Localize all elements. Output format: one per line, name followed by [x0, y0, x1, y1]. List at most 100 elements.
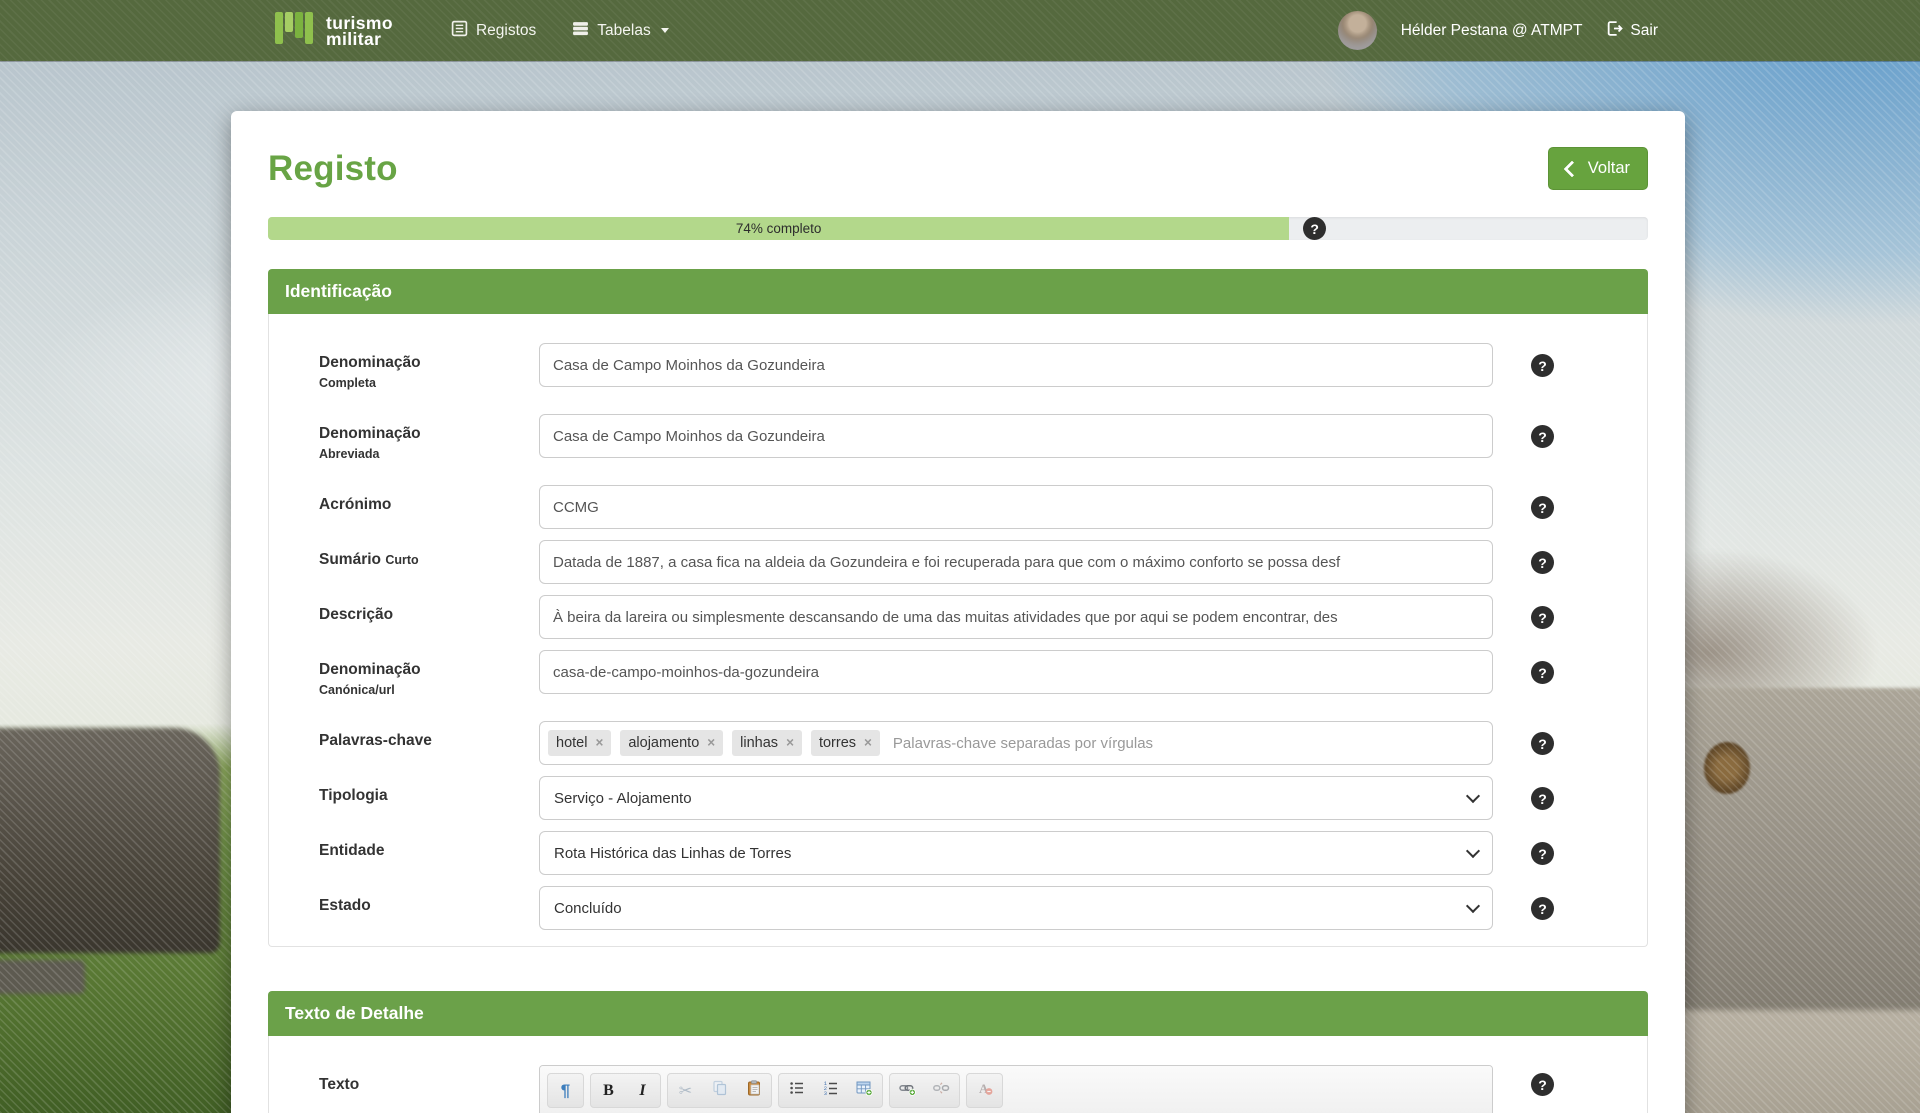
field-label: Texto: [319, 1076, 539, 1094]
stone-wall: [1670, 688, 1920, 1113]
unlink-icon: [933, 1080, 950, 1101]
field-row-tipologia: Tipologia Serviço - Alojamento ?: [269, 776, 1647, 820]
tabelas-rows-icon: [572, 20, 589, 42]
estado-select[interactable]: Concluído: [539, 886, 1493, 930]
denominacao-abreviada-input[interactable]: Casa de Campo Moinhos da Gozundeira: [539, 414, 1493, 458]
field-row-denominacao-abreviada: Denominação Abreviada Casa de Campo Moin…: [269, 414, 1647, 461]
detail-text-panel-header: Texto de Detalhe: [268, 991, 1648, 1036]
progress-label: 74% completo: [736, 221, 822, 236]
paste-icon: [746, 1080, 762, 1101]
svg-text:3: 3: [823, 1091, 826, 1096]
show-blocks-button[interactable]: ¶: [549, 1075, 582, 1106]
copy-button[interactable]: [703, 1075, 736, 1106]
voltar-button[interactable]: Voltar: [1548, 147, 1648, 190]
help-icon[interactable]: ?: [1531, 897, 1554, 920]
remove-tag-icon[interactable]: ×: [595, 736, 603, 750]
link-icon: [899, 1080, 916, 1101]
bulleted-list-icon: [789, 1080, 805, 1101]
cut-button[interactable]: ✂: [669, 1075, 702, 1106]
denominacao-completa-input[interactable]: Casa de Campo Moinhos da Gozundeira: [539, 343, 1493, 387]
link-button[interactable]: [891, 1075, 924, 1106]
brand-logo[interactable]: turismo militar: [273, 8, 393, 53]
keyword-tag: alojamento×: [620, 730, 723, 756]
bench: [0, 960, 85, 994]
insert-table-button[interactable]: [848, 1075, 881, 1106]
registos-list-icon: [451, 20, 468, 42]
field-label: Denominação: [319, 425, 539, 443]
brand-text: turismo militar: [326, 15, 393, 47]
help-icon[interactable]: ?: [1531, 606, 1554, 629]
toolbar-group-blocks: ¶: [547, 1073, 584, 1108]
tags-placeholder: Palavras-chave separadas por vírgulas: [893, 735, 1153, 752]
field-row-sumario-curto: Sumário Curto Datada de 1887, a casa fic…: [269, 540, 1647, 584]
toolbar-group-links: [889, 1073, 960, 1108]
detail-text-panel: Texto de Detalhe Texto ¶ B I: [268, 991, 1648, 1113]
help-icon[interactable]: ?: [1531, 842, 1554, 865]
field-row-entidade: Entidade Rota Histórica das Linhas de To…: [269, 831, 1647, 875]
unlink-button[interactable]: [925, 1075, 958, 1106]
italic-button[interactable]: I: [626, 1075, 659, 1106]
remove-tag-icon[interactable]: ×: [786, 736, 794, 750]
field-row-texto: Texto ¶ B I ✂: [269, 1065, 1647, 1113]
remove-tag-icon[interactable]: ×: [864, 736, 872, 750]
progress-help-icon[interactable]: ?: [1303, 217, 1326, 240]
remove-tag-icon[interactable]: ×: [707, 736, 715, 750]
pilcrow-icon: ¶: [561, 1081, 570, 1101]
scissors-icon: ✂: [679, 1081, 692, 1101]
descricao-input[interactable]: À beira da lareira ou simplesmente desca…: [539, 595, 1493, 639]
help-icon[interactable]: ?: [1531, 732, 1554, 755]
denominacao-canonica-input[interactable]: casa-de-campo-moinhos-da-gozundeira: [539, 650, 1493, 694]
entidade-select[interactable]: Rota Histórica das Linhas de Torres: [539, 831, 1493, 875]
help-icon[interactable]: ?: [1531, 1073, 1554, 1096]
help-icon[interactable]: ?: [1531, 425, 1554, 448]
progress-bar: 74% completo ?: [268, 217, 1648, 240]
field-label: Estado: [319, 897, 539, 915]
page-title: Registo: [268, 149, 398, 189]
toolbar-group-lists: 1 2 3: [778, 1073, 883, 1108]
sumario-curto-input[interactable]: Datada de 1887, a casa fica na aldeia da…: [539, 540, 1493, 584]
rich-text-editor[interactable]: ¶ B I ✂: [539, 1065, 1493, 1113]
keyword-tag: linhas×: [732, 730, 802, 756]
chevron-down-icon: [1466, 789, 1480, 803]
field-label: Acrónimo: [319, 496, 539, 514]
stone-ruin: [0, 728, 220, 953]
field-label: Descrição: [319, 606, 539, 624]
field-sublabel: Abreviada: [319, 447, 539, 461]
identification-panel: Identificação Denominação Completa Casa …: [268, 269, 1648, 947]
bulleted-list-button[interactable]: [780, 1075, 813, 1106]
numbered-list-button[interactable]: 1 2 3: [814, 1075, 847, 1106]
nav-item-label: Tabelas: [597, 22, 650, 40]
field-label: Palavras-chave: [319, 732, 539, 750]
palavras-chave-input[interactable]: hotel× alojamento× linhas× torres× Palav…: [539, 721, 1493, 765]
field-row-estado: Estado Concluído ?: [269, 886, 1647, 930]
chevron-down-icon: [661, 28, 669, 33]
voltar-label: Voltar: [1588, 159, 1630, 178]
acronimo-input[interactable]: CCMG: [539, 485, 1493, 529]
registo-card: Registo Voltar 74% completo ? Identifica…: [231, 111, 1685, 1113]
field-label: Entidade: [319, 842, 539, 860]
help-icon[interactable]: ?: [1531, 354, 1554, 377]
brand-logo-icon: [273, 8, 315, 53]
keyword-tag: torres×: [811, 730, 880, 756]
help-icon[interactable]: ?: [1531, 661, 1554, 684]
logout-label: Sair: [1630, 22, 1658, 40]
field-row-denominacao-completa: Denominação Completa Casa de Campo Moinh…: [269, 343, 1647, 390]
help-icon[interactable]: ?: [1531, 787, 1554, 810]
field-label: Denominação: [319, 354, 539, 372]
user-avatar[interactable]: [1338, 11, 1377, 50]
help-icon[interactable]: ?: [1531, 496, 1554, 519]
logout-button[interactable]: Sair: [1606, 20, 1658, 42]
toolbar-group-clipboard: ✂: [667, 1073, 772, 1108]
nav-item-tabelas[interactable]: Tabelas: [572, 20, 668, 42]
help-icon[interactable]: ?: [1531, 551, 1554, 574]
nav-item-registos[interactable]: Registos: [451, 20, 536, 42]
italic-icon: I: [639, 1082, 645, 1100]
paste-button[interactable]: [737, 1075, 770, 1106]
tipologia-select[interactable]: Serviço - Alojamento: [539, 776, 1493, 820]
remove-format-button[interactable]: A: [968, 1075, 1001, 1106]
bold-button[interactable]: B: [592, 1075, 625, 1106]
user-name[interactable]: Hélder Pestana @ ATMPT: [1401, 22, 1583, 40]
field-row-palavras-chave: Palavras-chave hotel× alojamento× linhas…: [269, 721, 1647, 765]
nav-item-label: Registos: [476, 22, 536, 40]
chevron-down-icon: [1466, 899, 1480, 913]
